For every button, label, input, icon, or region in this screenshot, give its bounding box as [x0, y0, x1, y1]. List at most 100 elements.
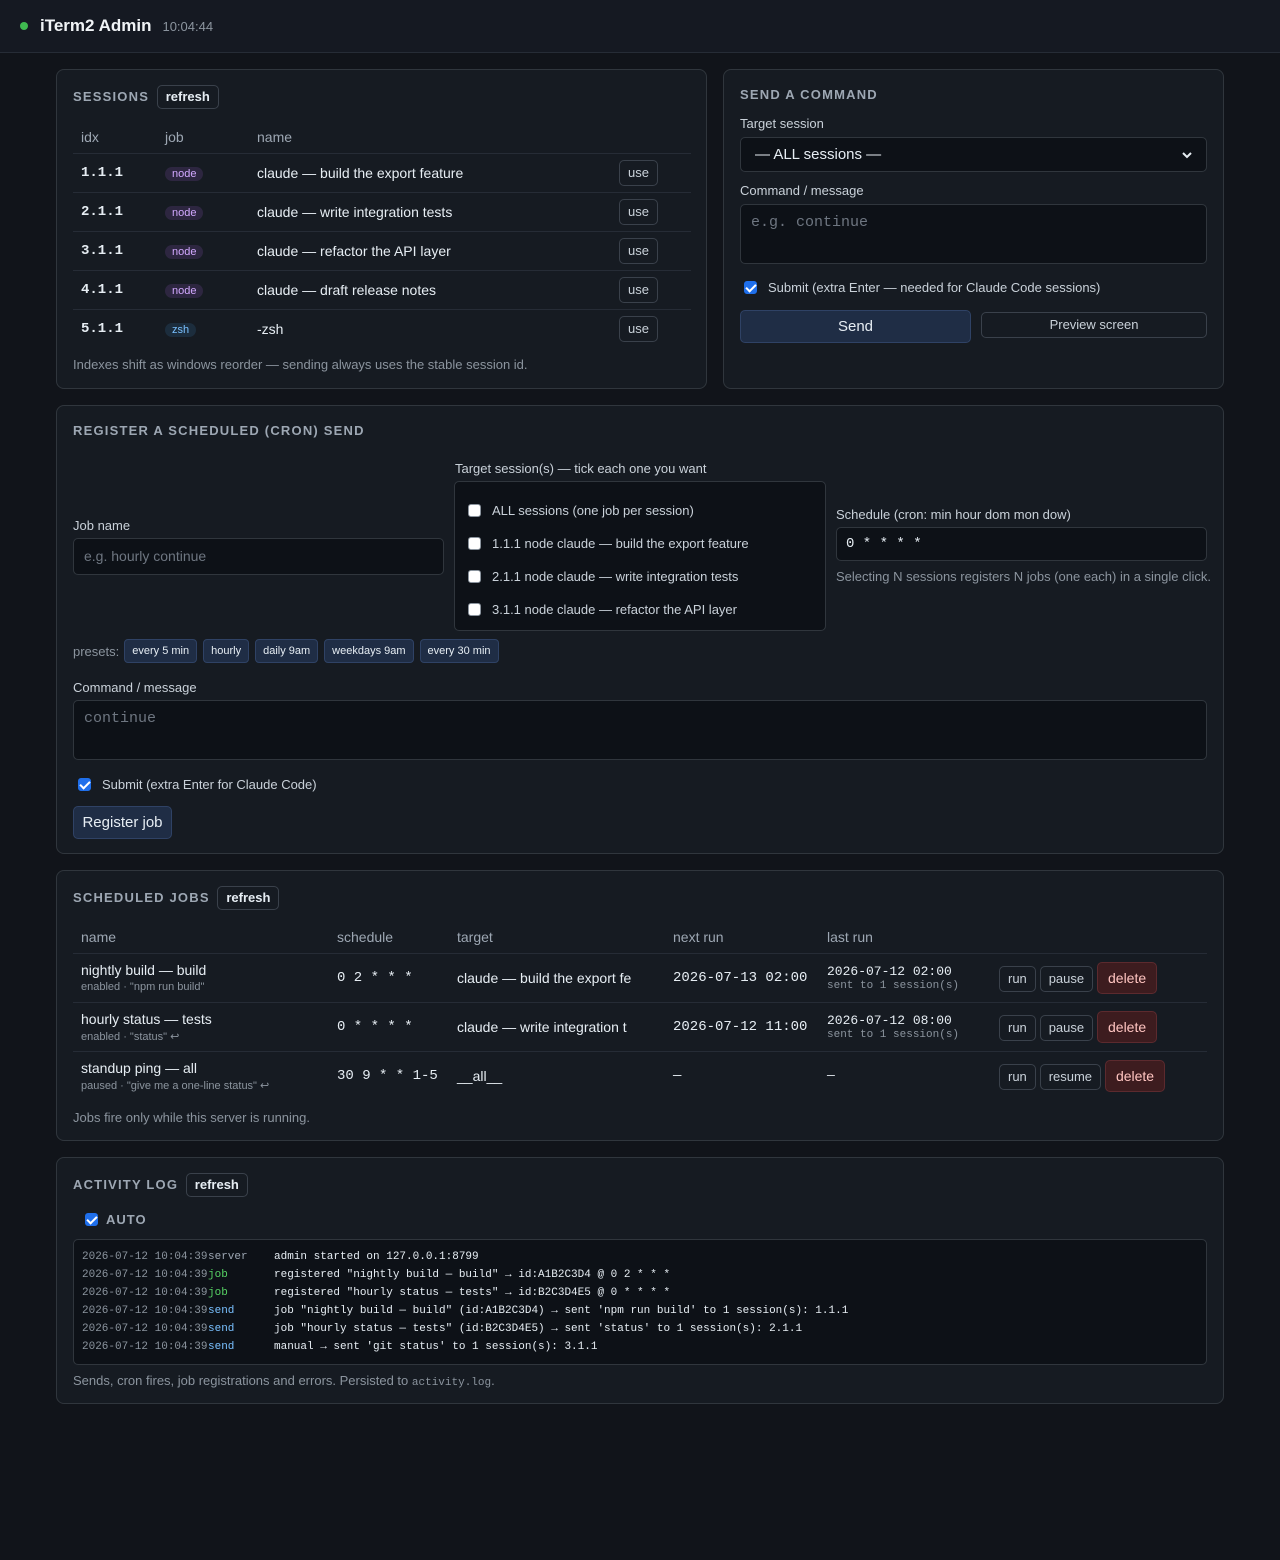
use-session-button[interactable]: use [619, 315, 658, 342]
schedule-input[interactable]: 0 * * * * [836, 527, 1207, 561]
job-schedule: 0 * * * * [329, 1001, 449, 1051]
job-badge: node [165, 245, 204, 259]
log-message: job "nightly build — build" (id:A1B2C3D4… [274, 1305, 849, 1317]
presets-label: presets: [73, 643, 120, 659]
session-action: use [611, 308, 691, 348]
job-last-run-cell: 2026-07-12 08:00 sent to 1 session(s) [819, 1001, 991, 1051]
use-session-button[interactable]: use [619, 159, 658, 186]
register-job-card: REGISTER A SCHEDULED (CRON) SEND Job nam… [56, 405, 1224, 854]
job-target: claude — write integration t [449, 1001, 665, 1051]
sessions-card: SESSIONS refresh idx job name 1.1.1 node c… [56, 69, 707, 389]
job-actions: run pause delete [991, 1001, 1207, 1051]
target-checkbox[interactable] [468, 570, 481, 583]
job-badge: node [165, 206, 204, 220]
log-line: 2026-07-12 10:04:39server admin started o… [82, 1248, 1198, 1266]
register-job-button[interactable]: Register job [73, 806, 172, 839]
run-job-button[interactable]: run [999, 1014, 1036, 1041]
toggle-job-button[interactable]: resume [1039, 1063, 1102, 1090]
session-row: 1.1.1 node claude — build the export featu… [73, 152, 691, 192]
log-line: 2026-07-12 10:04:39send job "hourly statu… [82, 1320, 1198, 1338]
delete-job-button[interactable]: delete [1097, 1010, 1158, 1043]
log-line: 2026-07-12 10:04:39job registered "hourly… [82, 1284, 1198, 1302]
send-button[interactable]: Send [740, 310, 971, 343]
session-idx: 4.1.1 [73, 269, 157, 309]
session-name: claude — draft release notes [249, 269, 611, 309]
job-name-input[interactable]: e.g. hourly continue [73, 538, 444, 575]
log-title: ACTIVITY LOG [73, 1177, 179, 1192]
target-session-select[interactable]: — ALL sessions — [740, 137, 1207, 172]
session-name: claude — build the export feature [249, 152, 611, 192]
log-message: registered "nightly build — build" → id:… [274, 1269, 671, 1281]
target-option[interactable]: ALL sessions (one job per session) [455, 494, 825, 527]
job-name-cell: nightly build — build enabled · "npm run … [73, 952, 329, 1002]
col-last-run: last run [827, 928, 873, 945]
preset-button[interactable]: weekdays 9am [324, 639, 414, 663]
register-submit-checkbox[interactable] [78, 778, 91, 791]
preset-button[interactable]: every 5 min [124, 639, 198, 663]
delete-job-button[interactable]: delete [1097, 961, 1158, 994]
log-line: 2026-07-12 10:04:39send manual → sent 'gi… [82, 1338, 1198, 1356]
preset-button[interactable]: every 30 min [419, 639, 499, 663]
target-option-label: ALL sessions (one job per session) [492, 503, 694, 518]
run-job-button[interactable]: run [999, 965, 1036, 992]
toggle-job-button[interactable]: pause [1039, 965, 1094, 992]
delete-job-button[interactable]: delete [1104, 1059, 1166, 1092]
targets-label: Target session(s) — tick each one you wa… [455, 461, 707, 476]
preview-screen-button[interactable]: Preview screen [981, 312, 1207, 338]
log-timestamp: 2026-07-12 10:04:39 [82, 1269, 208, 1281]
col-job-name: name [81, 928, 117, 945]
job-schedule: 0 2 * * * [329, 952, 449, 1002]
log-message: manual → sent 'git status' to 1 session(… [274, 1341, 598, 1353]
log-kind: send [208, 1305, 235, 1317]
log-timestamp: 2026-07-12 10:04:39 [82, 1323, 208, 1335]
target-checkbox[interactable] [468, 504, 481, 517]
session-row: 3.1.1 node claude — refactor the API layer… [73, 230, 691, 270]
submit-checkbox[interactable] [744, 281, 757, 294]
command-placeholder: e.g. continue [751, 214, 869, 231]
preset-button[interactable]: daily 9am [255, 639, 319, 663]
auto-refresh-checkbox[interactable] [85, 1213, 98, 1226]
target-option[interactable]: 3.1.1 node claude — refactor the API lay… [455, 593, 825, 626]
col-schedule: schedule [337, 928, 394, 945]
sessions-refresh-button[interactable]: refresh [156, 85, 219, 109]
col-next-run: next run [673, 928, 724, 945]
register-command-label: Command / message [73, 680, 197, 695]
send-command-card: SEND A COMMAND Target session — ALL sess… [723, 69, 1224, 389]
register-command-textarea[interactable]: continue [73, 700, 1207, 760]
use-session-button[interactable]: use [619, 237, 658, 264]
target-session-value: — ALL sessions — [755, 146, 882, 163]
command-textarea[interactable]: e.g. continue [740, 204, 1207, 264]
log-kind: job [208, 1287, 228, 1299]
log-note-suffix: . [491, 1373, 495, 1388]
session-action: use [611, 191, 691, 231]
use-session-button[interactable]: use [619, 198, 658, 225]
run-job-button[interactable]: run [999, 1063, 1036, 1090]
preset-button[interactable]: hourly [203, 639, 250, 663]
toggle-job-button[interactable]: pause [1039, 1014, 1094, 1041]
schedule-hint: Selecting N sessions registers N jobs (o… [836, 569, 1212, 584]
job-actions: run resume delete [991, 1050, 1207, 1100]
targets-list: ALL sessions (one job per session) 1.1.1 … [454, 481, 826, 631]
target-option[interactable]: 1.1.1 node claude — build the export fea… [455, 527, 825, 560]
use-session-button[interactable]: use [619, 276, 658, 303]
target-option[interactable]: 2.1.1 node claude — write integration te… [455, 560, 825, 593]
job-last-run: — [827, 1067, 835, 1083]
log-line: 2026-07-12 10:04:39send job "nightly buil… [82, 1302, 1198, 1320]
job-last-run-detail: sent to 1 session(s) [827, 979, 960, 992]
jobs-refresh-button[interactable]: refresh [217, 886, 280, 910]
col-action [611, 121, 691, 153]
log-timestamp: 2026-07-12 10:04:39 [82, 1305, 208, 1317]
job-last-run-cell: 2026-07-12 02:00 sent to 1 session(s) [819, 952, 991, 1002]
job-target: claude — build the export fe [449, 952, 665, 1002]
job-last-run-cell: — [819, 1050, 991, 1100]
session-idx: 5.1.1 [73, 308, 157, 348]
session-name: claude — refactor the API layer [249, 230, 611, 270]
log-refresh-button[interactable]: refresh [185, 1173, 248, 1197]
log-note: Sends, cron fires, job registrations and… [73, 1373, 495, 1389]
target-checkbox[interactable] [468, 537, 481, 550]
target-checkbox[interactable] [468, 603, 481, 616]
log-kind: send [208, 1341, 235, 1353]
scheduled-jobs-card: SCHEDULED JOBS refresh name schedule tar… [56, 870, 1224, 1141]
log-note-file: activity.log [411, 1377, 492, 1389]
log-timestamp: 2026-07-12 10:04:39 [82, 1251, 208, 1263]
